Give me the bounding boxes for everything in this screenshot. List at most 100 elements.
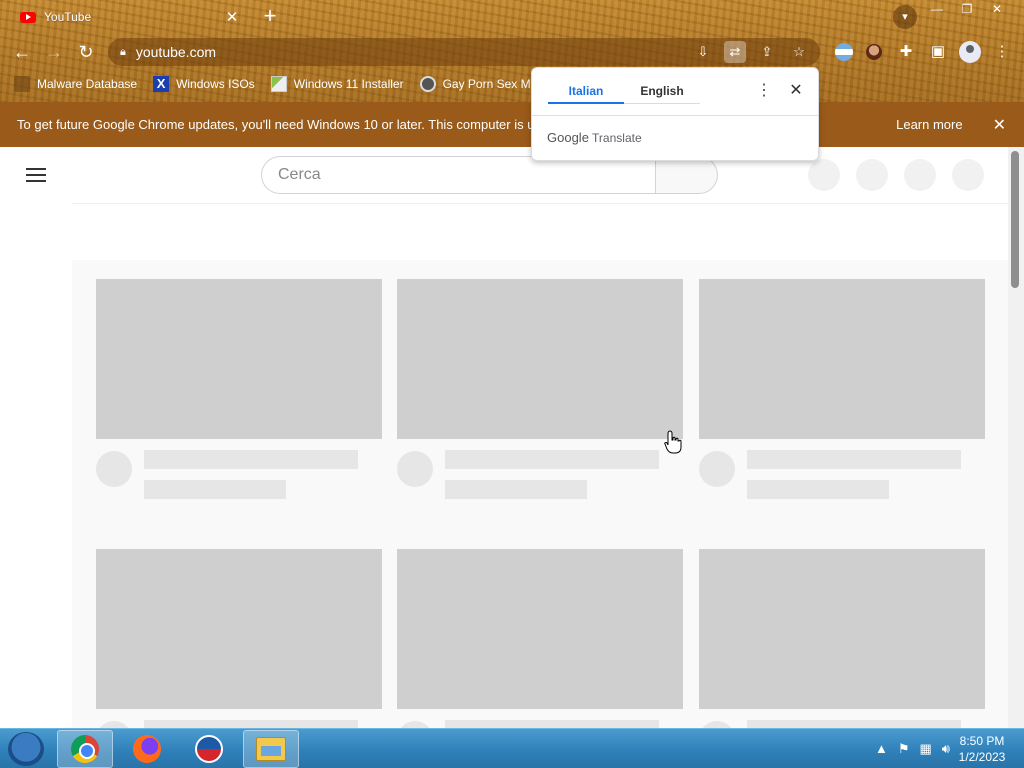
bookmark-star-icon[interactable]: ☆	[788, 41, 810, 63]
bookmark-malware-database[interactable]: Malware Database	[14, 76, 137, 92]
forward-icon[interactable]: →	[42, 40, 66, 64]
video-card-skeleton[interactable]	[96, 549, 382, 728]
show-hidden-icons-icon[interactable]: ▲	[875, 741, 888, 757]
bookmarks-bar: Malware Database X Windows ISOs Windows …	[0, 72, 543, 96]
taskbar-explorer[interactable]	[243, 730, 299, 768]
header-placeholder-icon	[856, 159, 888, 191]
clock[interactable]: 8:50 PM 1/2/2023	[952, 733, 1012, 765]
extension-flag-icon[interactable]	[832, 40, 856, 64]
x-icon: X	[153, 76, 170, 92]
start-button[interactable]	[8, 732, 44, 766]
infobar-close-icon[interactable]: ✕	[993, 115, 1006, 135]
thumbnail-placeholder	[96, 279, 382, 439]
video-card-skeleton[interactable]	[699, 279, 985, 499]
meta-placeholder	[144, 480, 286, 499]
thumbnail-placeholder	[699, 549, 985, 709]
back-icon[interactable]: ←	[10, 40, 34, 64]
title-placeholder	[747, 720, 961, 728]
header-placeholder-icon	[808, 159, 840, 191]
page-scrollbar[interactable]	[1008, 147, 1024, 728]
hand-cursor-icon	[664, 430, 682, 454]
bookmark-label: Windows 11 Installer	[293, 77, 404, 91]
search-input[interactable]: Cerca	[261, 156, 656, 194]
thumbnail-placeholder	[397, 549, 683, 709]
minimize-button[interactable]: —	[922, 0, 952, 18]
action-center-flag-icon[interactable]: ⚑	[898, 741, 910, 757]
window-close-button[interactable]: ✕	[982, 0, 1012, 18]
tab-title: YouTube	[44, 10, 92, 24]
header-placeholder-icon	[904, 159, 936, 191]
windows-taskbar: ▲ ⚑ ▦ 🔊︎ 8:50 PM 1/2/2023	[0, 728, 1024, 768]
new-tab-button[interactable]: +	[259, 4, 281, 28]
taskbar-chrome[interactable]	[57, 730, 113, 768]
extension-avatar-icon[interactable]	[862, 40, 886, 64]
search-button[interactable]	[655, 156, 718, 194]
restore-button[interactable]: ❐	[952, 0, 982, 18]
avatar	[699, 451, 735, 487]
profile-avatar-icon[interactable]	[958, 40, 982, 64]
network-icon[interactable]: ▦	[920, 741, 932, 757]
video-card-skeleton[interactable]	[397, 279, 683, 499]
translate-label: Translate	[592, 131, 642, 145]
learn-more-link[interactable]: Learn more	[896, 117, 962, 132]
avatar	[397, 451, 433, 487]
lock-icon[interactable]: 🔒︎	[120, 46, 126, 59]
extensions-puzzle-icon[interactable]: ✚	[894, 40, 918, 64]
avatar	[699, 721, 735, 728]
folder-icon	[14, 76, 30, 92]
bookmark-windows-11-installer[interactable]: Windows 11 Installer	[270, 76, 404, 92]
thumbnail-placeholder	[96, 549, 382, 709]
avatar	[96, 451, 132, 487]
google-translate-branding: Google Translate	[547, 130, 642, 145]
bookmark-label: Windows ISOs	[176, 77, 255, 91]
title-placeholder	[445, 720, 659, 728]
tab-youtube[interactable]: YouTube ✕	[8, 2, 248, 32]
clock-time: 8:50 PM	[959, 734, 1005, 748]
update-infobar: To get future Google Chrome updates, you…	[0, 102, 1024, 147]
meta-placeholder	[747, 480, 889, 499]
meta-placeholder	[445, 480, 587, 499]
more-options-icon[interactable]: ⋮	[756, 80, 772, 102]
tab-source-language[interactable]: Italian	[548, 78, 624, 104]
volume-icon[interactable]: 🔊︎	[942, 741, 950, 757]
tab-close-icon[interactable]: ✕	[224, 8, 240, 26]
share-icon[interactable]: ⇪	[756, 41, 778, 63]
app-icon	[195, 735, 223, 763]
bookmark-4[interactable]: Gay Porn Sex Mov	[419, 76, 544, 92]
tab-search-icon[interactable]: ▾	[893, 5, 917, 29]
google-logo-text: Google	[547, 130, 589, 145]
address-bar[interactable]: 🔒︎ youtube.com ⇩ ⇄ ⇪ ☆	[108, 38, 820, 66]
video-card-skeleton[interactable]	[397, 549, 683, 728]
search-placeholder: Cerca	[278, 166, 321, 183]
close-icon[interactable]: ✕	[788, 80, 804, 102]
title-placeholder	[747, 450, 961, 469]
file-explorer-icon	[256, 737, 286, 761]
chrome-menu-icon[interactable]: ⋮	[990, 40, 1014, 64]
menu-hamburger-icon[interactable]	[26, 168, 46, 182]
tab-target-language[interactable]: English	[624, 78, 700, 104]
url-text[interactable]: youtube.com	[136, 44, 692, 60]
divider	[532, 115, 818, 116]
video-card-skeleton[interactable]	[699, 549, 985, 728]
bookmark-label: Gay Porn Sex Mov	[442, 77, 544, 91]
reload-icon[interactable]: ↻	[74, 40, 98, 64]
bookmark-windows-isos[interactable]: X Windows ISOs	[153, 76, 255, 92]
taskbar-app[interactable]	[181, 730, 237, 768]
clock-date: 1/2/2023	[958, 750, 1006, 764]
youtube-favicon-icon	[20, 11, 36, 23]
bookmark-label: Malware Database	[37, 77, 138, 91]
chrome-icon	[71, 735, 99, 763]
install-app-icon[interactable]: ⇩	[692, 41, 714, 63]
video-card-skeleton[interactable]	[96, 279, 382, 499]
skull-icon	[419, 76, 436, 92]
taskbar-firefox[interactable]	[119, 730, 175, 768]
title-placeholder	[144, 720, 358, 728]
translate-icon[interactable]: ⇄	[724, 41, 746, 63]
youtube-page: Cerca	[0, 147, 1024, 728]
title-placeholder	[445, 450, 659, 469]
translate-popup: Italian English ⋮ ✕ Google Translate	[531, 67, 819, 161]
scrollbar-thumb[interactable]	[1011, 151, 1019, 288]
side-panel-icon[interactable]: ▣	[926, 40, 950, 64]
title-placeholder	[144, 450, 358, 469]
avatar	[96, 721, 132, 728]
